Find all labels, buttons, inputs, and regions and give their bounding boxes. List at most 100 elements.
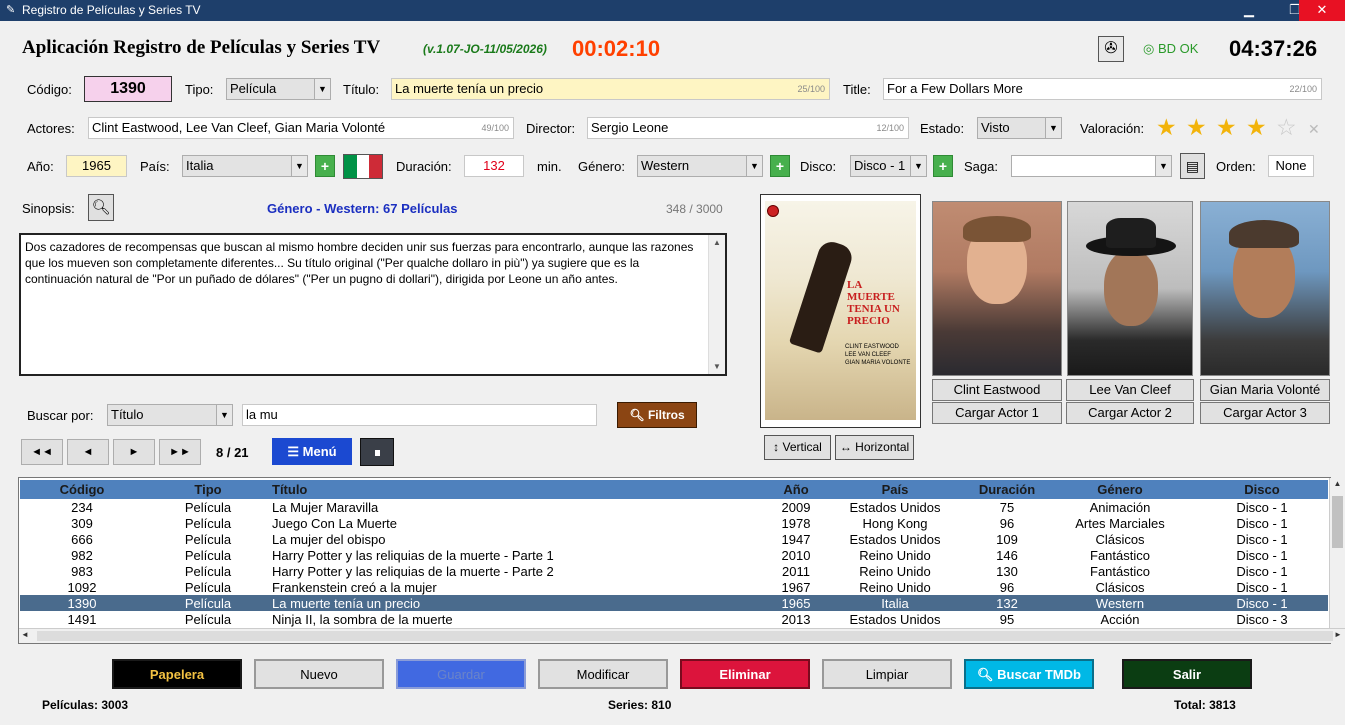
- synopsis-scrollbar[interactable]: ▲ ▼: [708, 235, 725, 374]
- clear-rating-icon[interactable]: ✕: [1308, 121, 1320, 138]
- duracion-field[interactable]: 132: [464, 155, 524, 177]
- table-cell: Artes Marciales: [1075, 515, 1165, 531]
- table-cell: Estados Unidos: [849, 531, 941, 547]
- prev-record-button[interactable]: ◄: [67, 439, 109, 465]
- add-country-button[interactable]: +: [315, 155, 335, 177]
- tipo-select[interactable]: Película ▼: [226, 78, 331, 100]
- limpiar-button[interactable]: Limpiar: [822, 659, 952, 689]
- actor-1-name[interactable]: Clint Eastwood: [932, 379, 1062, 401]
- minimize-button[interactable]: ▁: [1226, 0, 1272, 21]
- buscar-field-select[interactable]: Título ▼: [107, 404, 233, 426]
- load-actor-1-button[interactable]: Cargar Actor 1: [932, 402, 1062, 424]
- orden-field[interactable]: None: [1268, 155, 1314, 177]
- papelera-button[interactable]: Papelera: [112, 659, 242, 689]
- close-button[interactable]: ✕: [1299, 0, 1345, 21]
- title-counter: 22/100: [1289, 84, 1317, 94]
- column-header[interactable]: Año: [772, 480, 820, 499]
- star-icon[interactable]: ★: [1186, 114, 1207, 140]
- titulo-field[interactable]: La muerte tenía un precio 25/100: [391, 78, 830, 100]
- codigo-label: Código:: [27, 82, 72, 97]
- sinopsis-label: Sinopsis:: [22, 201, 75, 216]
- modificar-button[interactable]: Modificar: [538, 659, 668, 689]
- table-vertical-scrollbar[interactable]: ▲: [1329, 478, 1345, 628]
- chevron-down-icon: ▼: [910, 156, 926, 176]
- magnifier-icon[interactable]: 🔍︎: [88, 194, 114, 221]
- search-input[interactable]: la mu: [242, 404, 597, 426]
- table-row[interactable]: 982 Película Harry Potter y las reliquias …: [20, 547, 1328, 563]
- column-header[interactable]: Género: [1044, 480, 1196, 499]
- table-cell: Película: [144, 595, 272, 611]
- filtros-button[interactable]: 🔍︎ Filtros: [617, 402, 697, 428]
- genero-select[interactable]: Western ▼: [637, 155, 763, 177]
- poster-frame: LA MUERTE TENIA UN PRECIO CLINT EASTWOOD…: [760, 194, 921, 428]
- title-field[interactable]: For a Few Dollars More 22/100: [883, 78, 1322, 100]
- table-horizontal-scrollbar[interactable]: ◄ ►: [19, 628, 1345, 643]
- saga-list-icon[interactable]: ▤: [1180, 153, 1205, 179]
- menu-button[interactable]: ☰ Menú: [272, 438, 352, 465]
- column-header[interactable]: País: [820, 480, 970, 499]
- nuevo-button[interactable]: Nuevo: [254, 659, 384, 689]
- load-actor-3-button[interactable]: Cargar Actor 3: [1200, 402, 1330, 424]
- last-record-button[interactable]: ►►: [159, 439, 201, 465]
- table-cell: Juego Con La Muerte: [272, 515, 398, 531]
- film-reel-icon[interactable]: ✇: [1098, 36, 1124, 62]
- add-disc-button[interactable]: +: [933, 155, 953, 177]
- table-row[interactable]: 1390 Película La muerte tenía un precio 196…: [20, 595, 1328, 611]
- table-cell: 1390: [20, 595, 144, 611]
- poster-credits: CLINT EASTWOOD LEE VAN CLEEF GIAN MARIA …: [845, 344, 911, 366]
- table-cell: Película: [184, 531, 232, 547]
- actores-field[interactable]: Clint Eastwood, Lee Van Cleef, Gian Mari…: [88, 117, 514, 139]
- actor-2-name[interactable]: Lee Van Cleef: [1066, 379, 1194, 401]
- table-cell: 1947: [781, 531, 811, 547]
- actor-3-name[interactable]: Gian Maria Volonté: [1200, 379, 1330, 401]
- horizontal-button[interactable]: ↔ Horizontal: [835, 435, 914, 460]
- column-header[interactable]: Disco: [1196, 480, 1328, 499]
- star-icon[interactable]: ☆: [1276, 114, 1297, 140]
- table-row[interactable]: 234 Película La Mujer Maravilla 2009 Estados…: [20, 499, 1328, 515]
- anio-field[interactable]: 1965: [66, 155, 127, 177]
- add-genre-button[interactable]: +: [770, 155, 790, 177]
- next-record-button[interactable]: ►: [113, 439, 155, 465]
- actor-1-hair: [963, 216, 1031, 242]
- column-header[interactable]: Código: [20, 480, 144, 499]
- star-icon[interactable]: ★: [1246, 114, 1267, 140]
- table-row[interactable]: 1092 Película Frankenstein creó a la mujer…: [20, 579, 1328, 595]
- table-body[interactable]: 234 Película La Mujer Maravilla 2009 Estados…: [20, 499, 1328, 627]
- table-cell: Película: [184, 563, 232, 579]
- table-row[interactable]: 983 Película Harry Potter y las reliquias …: [20, 563, 1328, 579]
- load-actor-2-button[interactable]: Cargar Actor 2: [1066, 402, 1194, 424]
- star-icon[interactable]: ★: [1216, 114, 1237, 140]
- director-field[interactable]: Sergio Leone 12/100: [587, 117, 909, 139]
- session-timer: 00:02:10: [572, 36, 661, 61]
- saga-select[interactable]: ▼: [1011, 155, 1172, 177]
- table-cell: 132: [970, 595, 1044, 611]
- pais-select[interactable]: Italia ▼: [182, 155, 308, 177]
- estado-select[interactable]: Visto ▼: [977, 117, 1062, 139]
- actor-1-photo: [932, 201, 1062, 376]
- first-record-button[interactable]: ◄◄: [21, 439, 63, 465]
- min-label: min.: [537, 159, 562, 174]
- table-cell: Harry Potter y las reliquias de la muert…: [272, 563, 554, 579]
- actores-label: Actores:: [27, 121, 75, 136]
- column-header[interactable]: Título: [272, 480, 772, 499]
- disco-select[interactable]: Disco - 1 ▼: [850, 155, 927, 177]
- table-row[interactable]: 1491 Película Ninja II, la sombra de la mu…: [20, 611, 1328, 627]
- genero-label: Género:: [578, 159, 625, 174]
- column-header[interactable]: Duración: [970, 480, 1044, 499]
- synopsis-textarea[interactable]: Dos cazadores de recompensas que buscan …: [19, 233, 727, 376]
- poster-title: LA MUERTE TENIA UN PRECIO: [847, 279, 900, 327]
- disco-label: Disco:: [800, 159, 837, 174]
- table-cell: Harry Potter y las reliquias de la muert…: [272, 547, 554, 563]
- codigo-field[interactable]: 1390: [84, 76, 172, 102]
- vertical-button[interactable]: ↕ Vertical: [764, 435, 831, 460]
- eliminar-button[interactable]: Eliminar: [680, 659, 810, 689]
- table-row[interactable]: 309 Película Juego Con La Muerte 1978 Hong K…: [20, 515, 1328, 531]
- buscar-tmdb-button[interactable]: 🔍︎ Buscar TMDb: [964, 659, 1094, 689]
- guardar-button[interactable]: Guardar: [396, 659, 526, 689]
- table-cell: 2011: [782, 563, 810, 579]
- stop-button[interactable]: [360, 438, 394, 466]
- table-row[interactable]: 666 Película La mujer del obispo 1947 Estado…: [20, 531, 1328, 547]
- star-icon[interactable]: ★: [1156, 114, 1177, 140]
- column-header[interactable]: Tipo: [144, 480, 272, 499]
- salir-button[interactable]: Salir: [1122, 659, 1252, 689]
